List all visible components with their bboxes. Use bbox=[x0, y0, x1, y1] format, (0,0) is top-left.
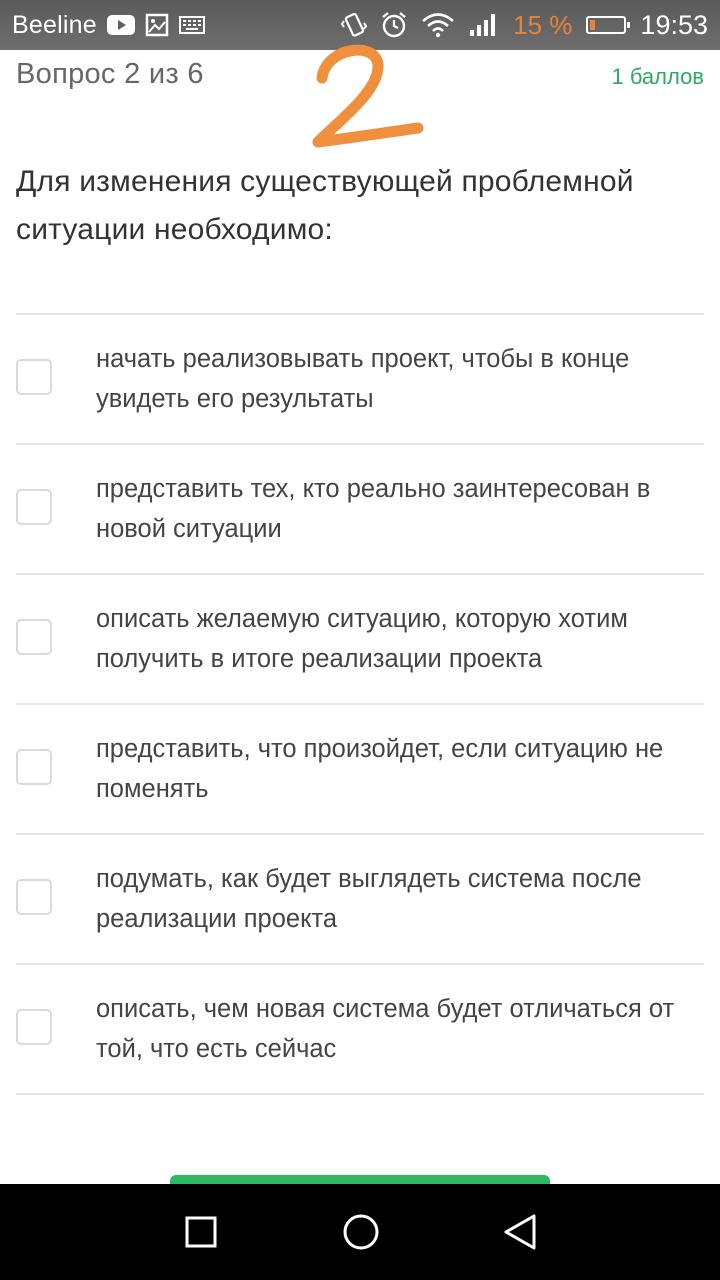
carrier-name: Beeline bbox=[12, 10, 97, 39]
answer-checkbox[interactable] bbox=[16, 1009, 52, 1045]
answer-option[interactable]: описать, чем новая система будет отличат… bbox=[16, 965, 704, 1095]
answer-option-label[interactable]: представить, что произойдет, если ситуац… bbox=[96, 729, 708, 809]
answer-option-label[interactable]: описать желаемую ситуацию, которую хотим… bbox=[96, 599, 708, 679]
image-icon bbox=[145, 13, 169, 37]
answer-option[interactable]: представить тех, кто реально заинтересов… bbox=[16, 445, 704, 575]
points-label: 1 баллов bbox=[611, 64, 704, 89]
youtube-icon bbox=[106, 15, 135, 35]
quiz-screen: Beeline 15 % 19:53 Вопрос 2 из 6 1 балло… bbox=[0, 0, 720, 1280]
battery-icon bbox=[586, 16, 631, 34]
keyboard-icon bbox=[178, 15, 205, 35]
question-text: Для изменения существующей проблемной си… bbox=[16, 165, 634, 246]
answer-option-label[interactable]: описать, чем новая система будет отличат… bbox=[96, 989, 708, 1069]
back-icon[interactable] bbox=[481, 1184, 561, 1280]
status-bar-left: Beeline bbox=[12, 0, 205, 50]
battery-level-fill bbox=[590, 20, 596, 30]
answer-option[interactable]: подумать, как будет выглядеть система по… bbox=[16, 835, 704, 965]
navigation-bar bbox=[0, 1184, 720, 1280]
wifi-icon bbox=[421, 12, 455, 38]
answer-option[interactable]: описать желаемую ситуацию, которую хотим… bbox=[16, 575, 704, 705]
answer-checkbox[interactable] bbox=[16, 879, 52, 915]
answer-option[interactable]: начать реализовывать проект, чтобы в кон… bbox=[16, 315, 704, 445]
vibrate-icon bbox=[341, 11, 368, 39]
answer-option[interactable]: представить, что произойдет, если ситуац… bbox=[16, 705, 704, 835]
question-counter: Вопрос 2 из 6 bbox=[16, 58, 204, 90]
answer-checkbox[interactable] bbox=[16, 749, 52, 785]
answer-option-label[interactable]: подумать, как будет выглядеть система по… bbox=[96, 859, 708, 939]
answer-checkbox[interactable] bbox=[16, 359, 52, 395]
answer-options: начать реализовывать проект, чтобы в кон… bbox=[16, 313, 704, 1095]
answer-checkbox[interactable] bbox=[16, 619, 52, 655]
recent-apps-icon[interactable] bbox=[161, 1184, 241, 1280]
handwritten-annotation bbox=[300, 38, 430, 163]
answer-option-label[interactable]: начать реализовывать проект, чтобы в кон… bbox=[96, 339, 708, 419]
signal-icon bbox=[469, 13, 499, 37]
battery-percent: 15 % bbox=[513, 9, 573, 40]
home-icon[interactable] bbox=[321, 1184, 401, 1280]
alarm-icon bbox=[381, 11, 407, 39]
answer-checkbox[interactable] bbox=[16, 489, 52, 525]
clock: 19:53 bbox=[640, 9, 708, 40]
answer-option-label[interactable]: представить тех, кто реально заинтересов… bbox=[96, 469, 708, 549]
